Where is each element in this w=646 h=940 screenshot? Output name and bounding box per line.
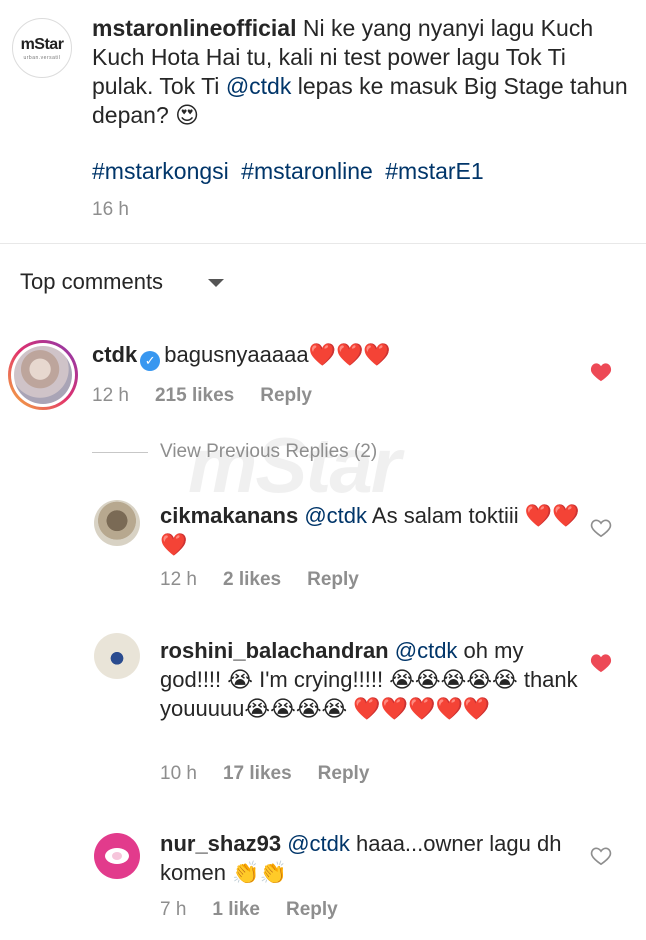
reply-time: 12 h (160, 569, 197, 590)
mstar-logo: mStar (20, 35, 64, 53)
caption-mention[interactable]: @ctdk (226, 73, 292, 99)
comment-body: ctdk ✓ bagusnyaaaaa❤️❤️❤️ (92, 340, 582, 371)
reply-likes[interactable]: 2 likes (223, 569, 281, 591)
caption-username[interactable]: mstaronlineofficial (92, 15, 296, 41)
post-caption: mStar urban.versatil mstaronlineofficial… (0, 0, 646, 243)
reply-body: nur_shaz93 @ctdk haaa...owner lagu dh ko… (160, 829, 580, 887)
comment-sort-dropdown[interactable]: Top comments (20, 269, 225, 295)
sheep-icon (105, 848, 129, 864)
chevron-down-icon (208, 279, 225, 287)
comment-meta: 12 h 215 likes Reply (92, 385, 338, 407)
mstar-avatar[interactable]: mStar urban.versatil (12, 18, 72, 78)
mstar-logo-tagline: urban.versatil (23, 54, 61, 61)
heart-filled-icon[interactable] (590, 653, 612, 673)
heart-outline-icon[interactable] (590, 518, 612, 538)
avatar-cikmakanans[interactable] (94, 500, 140, 546)
view-previous-label: View Previous Replies (2) (160, 441, 378, 462)
section-divider (0, 243, 646, 244)
reply-time: 7 h (160, 899, 187, 920)
reply-username[interactable]: roshini_balachandran (160, 638, 389, 663)
avatar-nur-shaz93[interactable] (94, 833, 140, 879)
caption-text: mstaronlineofficial Ni ke yang nyanyi la… (92, 14, 632, 130)
hashtag-link[interactable]: #mstarE1 (385, 158, 483, 184)
reply-meta: 7 h 1 like Reply (160, 899, 364, 921)
reply-body: cikmakanans @ctdk As salam toktiii ❤️❤️❤… (160, 501, 580, 559)
reply-mention[interactable]: @ctdk (304, 503, 367, 528)
avatar-photo (14, 346, 72, 404)
reply-meta: 12 h 2 likes Reply (160, 569, 385, 591)
caption-hashtags: #mstarkongsi #mstaronline #mstarE1 (92, 158, 490, 185)
avatar-roshini[interactable] (94, 633, 140, 679)
verified-badge-icon: ✓ (140, 351, 161, 371)
reply-likes[interactable]: 1 like (212, 899, 260, 921)
comment-sort-label: Top comments (20, 269, 164, 294)
reply-button[interactable]: Reply (318, 763, 370, 785)
avatar-ring-inner (11, 343, 75, 407)
reply-mention[interactable]: @ctdk (395, 638, 458, 663)
reply-button[interactable]: Reply (307, 569, 359, 591)
hashtag-link[interactable]: #mstaronline (241, 158, 373, 184)
hashtag-link[interactable]: #mstarkongsi (92, 158, 229, 184)
reply-username[interactable]: nur_shaz93 (160, 831, 281, 856)
view-previous-replies[interactable]: View Previous Replies (2) (92, 441, 377, 463)
reply-username[interactable]: cikmakanans (160, 503, 298, 528)
reply-mention[interactable]: @ctdk (287, 831, 350, 856)
comment-likes[interactable]: 215 likes (155, 385, 234, 407)
replies-divider (92, 451, 148, 453)
reply-time: 10 h (160, 763, 197, 784)
comment-time: 12 h (92, 385, 129, 406)
heart-outline-icon[interactable] (590, 846, 612, 866)
mstar-watermark: mStar (188, 421, 401, 509)
comment-username[interactable]: ctdk (92, 342, 137, 367)
reply-meta: 10 h 17 likes Reply (160, 763, 395, 785)
reply-button[interactable]: Reply (286, 899, 338, 921)
heart-filled-icon[interactable] (590, 362, 612, 382)
reply-button[interactable]: Reply (260, 385, 312, 407)
comment-text: bagusnyaaaaa❤️❤️❤️ (164, 342, 391, 367)
avatar-ctdk[interactable] (8, 340, 78, 410)
reply-likes[interactable]: 17 likes (223, 763, 292, 785)
reply-body: roshini_balachandran @ctdk oh my god!!!!… (160, 636, 580, 723)
caption-timestamp: 16 h (92, 199, 129, 220)
